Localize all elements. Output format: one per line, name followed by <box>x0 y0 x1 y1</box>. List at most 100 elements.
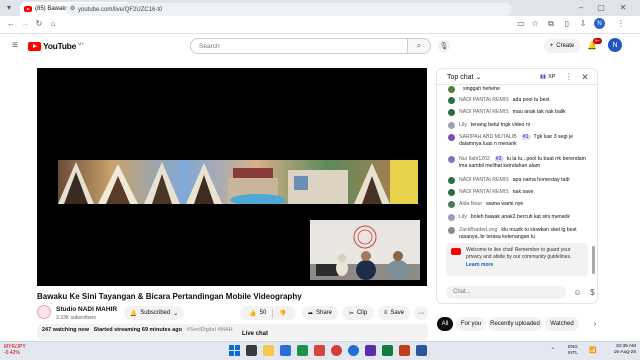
edge-icon[interactable] <box>348 345 359 356</box>
minimize-icon[interactable]: – <box>574 3 588 13</box>
super-chat-icon[interactable]: $ <box>587 287 598 298</box>
back-icon[interactable]: ← <box>6 19 16 29</box>
chat-author-avatar[interactable] <box>448 109 455 116</box>
chat-author-avatar[interactable] <box>448 189 455 196</box>
chat-author-name[interactable]: Lily <box>459 214 467 220</box>
clip-button[interactable]: ✂ Clip <box>342 306 374 320</box>
chat-message-text: nak save <box>512 189 534 195</box>
chat-more-icon[interactable]: ⋮ <box>564 72 574 82</box>
maximize-icon[interactable]: ▢ <box>594 3 608 13</box>
description-box[interactable]: 247 watching now Started streaming 69 mi… <box>37 324 428 340</box>
chip-recently-uploaded[interactable]: Recently uploaded <box>488 317 542 331</box>
chat-author-name[interactable]: SARIPAH ABD MUTALIB <box>459 134 517 140</box>
app-icon[interactable] <box>365 345 376 356</box>
extensions-icon[interactable]: ⧉ <box>546 19 556 29</box>
chat-author-avatar[interactable] <box>448 201 455 208</box>
chat-author-name[interactable]: Aida Nour <box>459 201 482 207</box>
profile-avatar[interactable]: N <box>594 18 605 29</box>
wifi-volume-icon[interactable]: 📶 <box>588 346 598 355</box>
ticker-widget[interactable]: MYR/JPY -0.42% <box>4 344 26 356</box>
url-field[interactable]: ⚙ youtube.com/live/QF2UZC16-t0 <box>66 3 512 16</box>
search-icon[interactable]: ⌕ <box>407 38 431 54</box>
hashtags[interactable]: #SeniDigital #MAH <box>186 327 232 333</box>
chat-header-divider <box>437 84 597 85</box>
chat-author-name[interactable]: NADI PANTAI REMIS <box>459 109 509 115</box>
home-icon[interactable]: ⌂ <box>48 19 58 29</box>
chat-author-name[interactable]: NADI PANTAI REMIS <box>459 177 509 183</box>
chat-author-avatar[interactable] <box>448 214 455 221</box>
language-indicator[interactable]: ENG INTL <box>568 344 578 356</box>
cast-icon[interactable]: ▭ <box>516 19 526 29</box>
app-icon[interactable] <box>280 345 291 356</box>
account-avatar[interactable]: N <box>608 38 622 52</box>
chat-author-name[interactable]: ZackBraderLong <box>459 227 497 233</box>
voice-search-icon[interactable]: 🎙 <box>438 40 450 52</box>
channel-avatar[interactable] <box>37 305 51 319</box>
chat-message-text: boleh bawak anak2 bercuti kat sini menar… <box>470 214 570 220</box>
learn-more-link[interactable]: Learn more <box>466 262 493 268</box>
chat-message-body: Nur Ilahi1202 #2 tu la tu...pool tu buat r… <box>459 156 594 170</box>
presenter-camera-overlay <box>310 220 420 280</box>
chat-message-body: singgah hehehe <box>459 86 500 93</box>
xp-label: XP <box>548 74 556 80</box>
reload-icon[interactable]: ↻ <box>34 19 44 29</box>
file-explorer-icon[interactable] <box>263 345 274 356</box>
excel-icon[interactable] <box>382 345 393 356</box>
chat-author-avatar[interactable] <box>448 86 455 93</box>
chip-watched[interactable]: Watched <box>545 317 579 331</box>
aframe-cabins-illustration <box>58 160 418 204</box>
task-view-icon[interactable] <box>246 345 257 356</box>
search-input[interactable]: Search <box>190 38 408 54</box>
chat-author-avatar[interactable] <box>448 134 455 141</box>
app-icon[interactable] <box>314 345 325 356</box>
bookmark-icon[interactable]: ☆ <box>530 19 540 29</box>
chat-message-text: apa nama homestay tadi <box>512 177 570 183</box>
chat-author-avatar[interactable] <box>448 177 455 184</box>
chat-author-name[interactable]: Nur Ilahi1202 <box>459 156 490 162</box>
create-button[interactable]: + Create <box>544 39 580 53</box>
subscribed-button[interactable]: 🔔 Subscribed ⌄ <box>124 306 184 320</box>
windows-start-icon[interactable] <box>229 345 240 356</box>
share-button[interactable]: ➦ Share <box>302 306 338 320</box>
like-icon[interactable]: 👍 <box>249 310 256 317</box>
chat-input[interactable]: Chat... <box>446 286 566 299</box>
tab-menu-icon[interactable]: ▾ <box>4 3 14 13</box>
chat-author-avatar[interactable] <box>448 97 455 104</box>
clock[interactable]: 10:39 AM 16-Aug-25 <box>604 344 636 356</box>
powerpoint-icon[interactable] <box>399 345 410 356</box>
xp-indicator[interactable]: ▮▮ XP <box>540 74 555 80</box>
chips-next-icon[interactable]: › <box>588 317 602 331</box>
chat-close-icon[interactable]: ✕ <box>580 72 590 82</box>
downloads-icon[interactable]: ⇩ <box>578 19 588 29</box>
youtube-logo[interactable]: YouTube MY <box>28 41 84 51</box>
sidebar-icon[interactable]: ▯ <box>562 19 572 29</box>
hamburger-menu-icon[interactable]: ≡ <box>9 41 21 51</box>
chat-author-avatar[interactable] <box>448 227 455 234</box>
save-button[interactable]: ≡ Save <box>378 306 410 320</box>
app-icon[interactable] <box>297 345 308 356</box>
browser-menu-icon[interactable]: ⋮ <box>616 19 626 29</box>
emoji-icon[interactable]: ☺ <box>572 287 583 298</box>
dislike-icon[interactable]: 👎 <box>279 310 286 317</box>
chip-all[interactable]: All <box>437 317 453 331</box>
forward-icon[interactable]: → <box>20 19 30 29</box>
site-info-icon[interactable]: ⚙ <box>70 5 75 12</box>
tray-chevron-icon[interactable]: ⌃ <box>548 346 558 356</box>
chat-mode-selector[interactable]: Top chat ⌄ <box>447 73 481 81</box>
chat-message: Lily boleh bawak anak2 bercuti kat sini m… <box>448 214 594 221</box>
chat-message-text: mau anak tak nak balik <box>512 109 566 115</box>
channel-name[interactable]: Studio NADI MAHIR <box>56 306 117 313</box>
chrome-icon[interactable] <box>331 345 342 356</box>
chat-author-avatar[interactable] <box>448 156 455 163</box>
chat-author-avatar[interactable] <box>448 122 455 129</box>
url-text: youtube.com/live/QF2UZC16-t0 <box>78 6 163 13</box>
chat-message: NADI PANTAI REMIS apa nama homestay tadi <box>448 177 594 184</box>
chat-author-name[interactable]: Lily <box>459 122 467 128</box>
word-icon[interactable] <box>416 345 427 356</box>
close-window-icon[interactable]: ✕ <box>616 3 630 13</box>
chat-author-name[interactable]: NADI PANTAI REMIS <box>459 97 509 103</box>
chip-for-you[interactable]: For you <box>456 317 486 331</box>
chat-scrollbar[interactable] <box>592 246 595 274</box>
more-actions-icon[interactable]: ⋯ <box>414 306 428 320</box>
chat-author-name[interactable]: NADI PANTAI REMIS <box>459 189 509 195</box>
